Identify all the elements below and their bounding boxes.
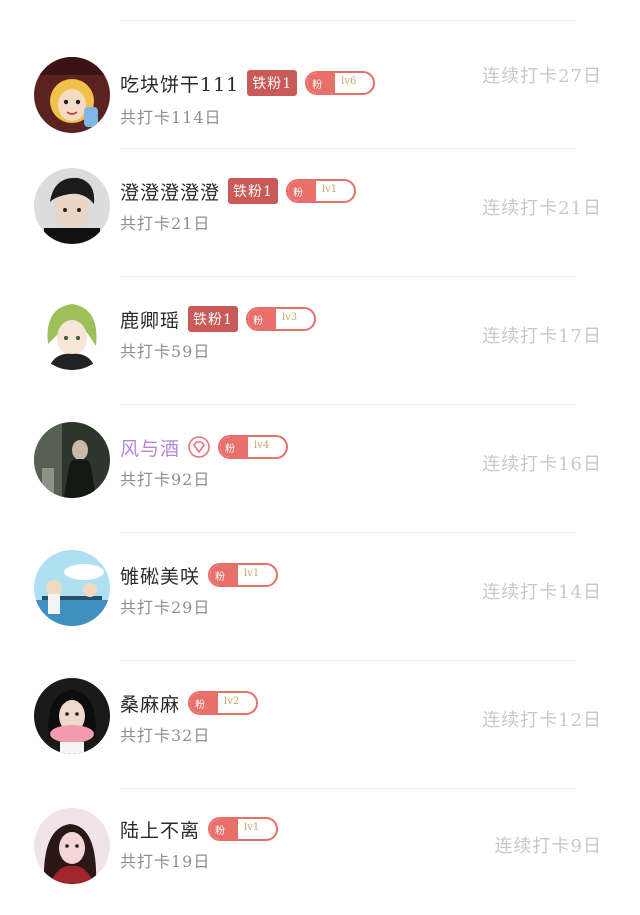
diamond-vip-icon [188,436,210,458]
avatar[interactable] [34,168,110,244]
list-item-member-5[interactable]: 雊硹美咲 粉 lv1 共打卡29日 连续打卡14日 [0,532,640,658]
fan-badge-icon: 粉 [195,700,206,711]
streak-checkins: 连续打卡27日 [482,66,602,87]
streak-checkins: 连续打卡17日 [482,326,602,347]
iron-fan-badge: 铁粉1 [228,178,278,204]
fan-badge-level: lv6 [341,76,357,87]
iron-fan-badge: 铁粉1 [247,70,298,96]
list-item-member-2[interactable]: 澄澄澄澄澄 铁粉1 粉 lv1 共打卡21日 连续打卡21日 [0,148,640,274]
dark-scene-avatar-image [34,422,110,498]
streak-checkins: 连续打卡16日 [482,454,602,475]
fan-badge-icon: 粉 [225,444,236,455]
list-item-member-3[interactable]: 鹿卿瑶 铁粉1 粉 lv3 共打卡59日 连续打卡17日 [0,276,640,402]
fan-level-badge: 粉 lv1 [208,817,279,841]
avatar[interactable] [34,550,110,626]
iron-fan-badge: 铁粉1 [188,306,238,332]
fan-badge-icon: 粉 [252,316,263,327]
fan-badge-level: lv3 [281,312,298,323]
fan-level-badge: 粉 lv4 [218,435,289,459]
total-checkins: 共打卡32日 [120,726,211,745]
green-hair-anime-avatar-image [34,294,110,370]
fan-badge-level: lv1 [244,568,260,579]
fan-level-badge: 粉 lv1 [208,563,279,587]
list-item-member-1[interactable]: 吃块饼干111 铁粉1 粉 lv6 共打卡114日 连续打卡27日 [0,20,640,146]
fan-level-badge: 粉 lv3 [245,307,316,331]
red-photo-girl-avatar-image [34,808,110,884]
name-line: 澄澄澄澄澄 铁粉1 粉 lv1 [120,176,356,206]
member-name[interactable]: 风与酒 [120,434,180,461]
name-line: 风与酒 粉 lv4 [120,432,289,462]
streak-checkins: 连续打卡9日 [494,836,602,857]
fan-badge-icon: 粉 [312,80,323,91]
fan-level-badge: 粉 lv6 [305,71,376,95]
avatar[interactable] [34,294,110,370]
total-checkins: 共打卡59日 [120,342,211,361]
total-checkins: 共打卡19日 [120,852,211,871]
member-name[interactable]: 桑麻麻 [120,690,180,717]
fan-badge-level: lv1 [321,184,338,195]
total-checkins: 共打卡114日 [120,108,222,127]
name-line: 吃块饼干111 铁粉1 粉 lv6 [120,68,376,98]
pink-scarf-girl-avatar-image [34,678,110,754]
fan-badge-icon: 粉 [292,188,303,199]
checkin-ranking-list: 吃块饼干111 铁粉1 粉 lv6 共打卡114日 连续打卡27日 澄澄澄澄澄 [0,0,640,915]
list-item-member-6[interactable]: 桑麻麻 粉 lv2 共打卡32日 连续打卡12日 [0,660,640,786]
total-checkins: 共打卡21日 [120,214,211,233]
avatar[interactable] [34,808,110,884]
fan-badge-level: lv4 [254,440,270,451]
member-name[interactable]: 吃块饼干111 [120,70,239,97]
fan-level-badge: 粉 lv2 [188,691,259,715]
fan-badge-level: lv2 [224,696,240,707]
list-item-member-4[interactable]: 风与酒 粉 lv4 共打卡92日 连续打卡16日 [0,404,640,530]
member-name[interactable]: 澄澄澄澄澄 [120,178,220,205]
avatar[interactable] [34,57,110,133]
fan-badge-icon: 粉 [215,826,226,837]
cartoon-girl-avatar-image [34,57,110,133]
name-line: 桑麻麻 粉 lv2 [120,688,259,718]
fan-badge-icon: 粉 [215,572,226,583]
fan-badge-level: lv1 [244,822,260,833]
total-checkins: 共打卡29日 [120,598,211,617]
name-line: 陆上不离 粉 lv1 [120,814,279,844]
sky-scene-avatar-image [34,550,110,626]
fan-level-badge: 粉 lv1 [285,179,356,203]
avatar[interactable] [34,422,110,498]
total-checkins: 共打卡92日 [120,470,211,489]
member-name[interactable]: 鹿卿瑶 [120,306,180,333]
name-line: 鹿卿瑶 铁粉1 粉 lv3 [120,304,316,334]
member-name[interactable]: 雊硹美咲 [120,562,200,589]
streak-checkins: 连续打卡14日 [482,582,602,603]
dark-hair-man-avatar-image [34,168,110,244]
streak-checkins: 连续打卡21日 [482,198,602,219]
avatar[interactable] [34,678,110,754]
list-item-member-7[interactable]: 陆上不离 粉 lv1 共打卡19日 连续打卡9日 [0,788,640,914]
name-line: 雊硹美咲 粉 lv1 [120,560,279,590]
streak-checkins: 连续打卡12日 [482,710,602,731]
member-name[interactable]: 陆上不离 [120,816,200,843]
